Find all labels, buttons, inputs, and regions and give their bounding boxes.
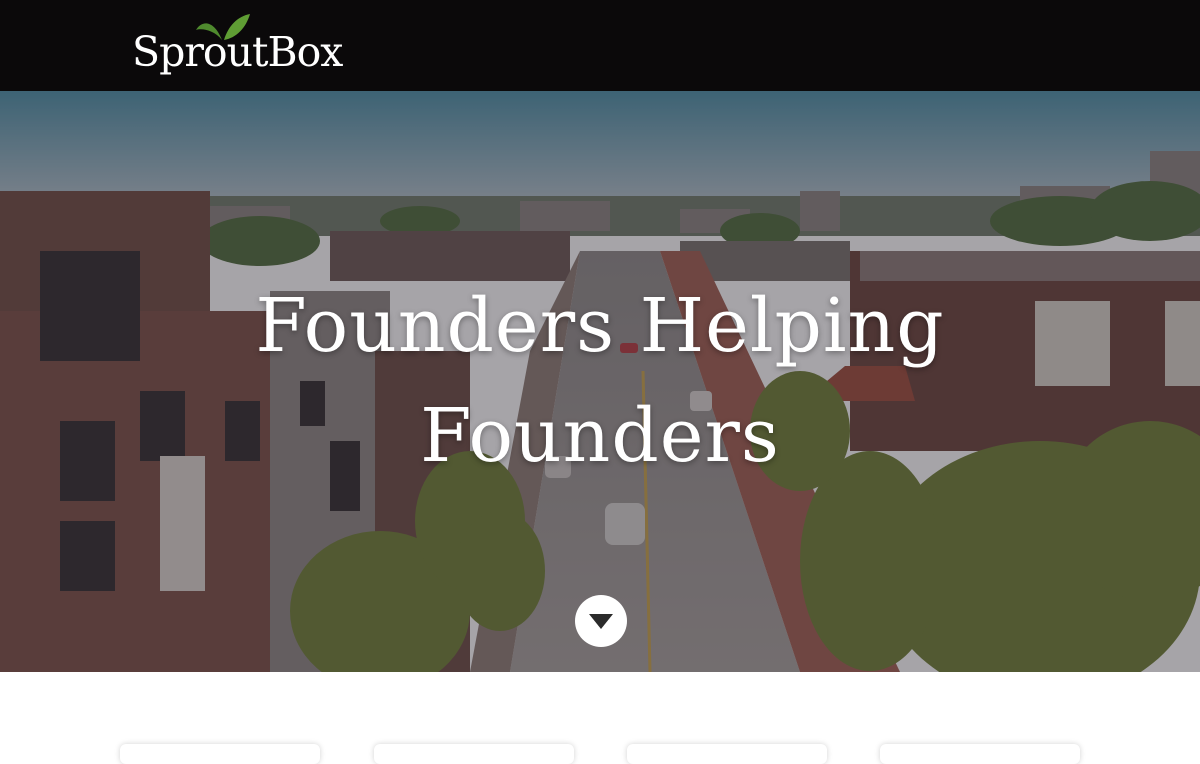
hero-section: Founders Helping Founders — [0, 91, 1200, 672]
chevron-down-icon — [589, 614, 613, 629]
scroll-down-button[interactable] — [575, 595, 627, 647]
feature-card[interactable] — [880, 744, 1080, 764]
sproutbox-logo[interactable]: SproutBox — [130, 8, 360, 80]
feature-card[interactable] — [627, 744, 827, 764]
site-header: SproutBox — [0, 0, 1200, 91]
hero-title: Founders Helping Founders — [255, 283, 945, 479]
feature-card[interactable] — [374, 744, 574, 764]
feature-card[interactable] — [120, 744, 320, 764]
feature-cards — [0, 672, 1200, 764]
logo-text: SproutBox — [132, 28, 343, 76]
